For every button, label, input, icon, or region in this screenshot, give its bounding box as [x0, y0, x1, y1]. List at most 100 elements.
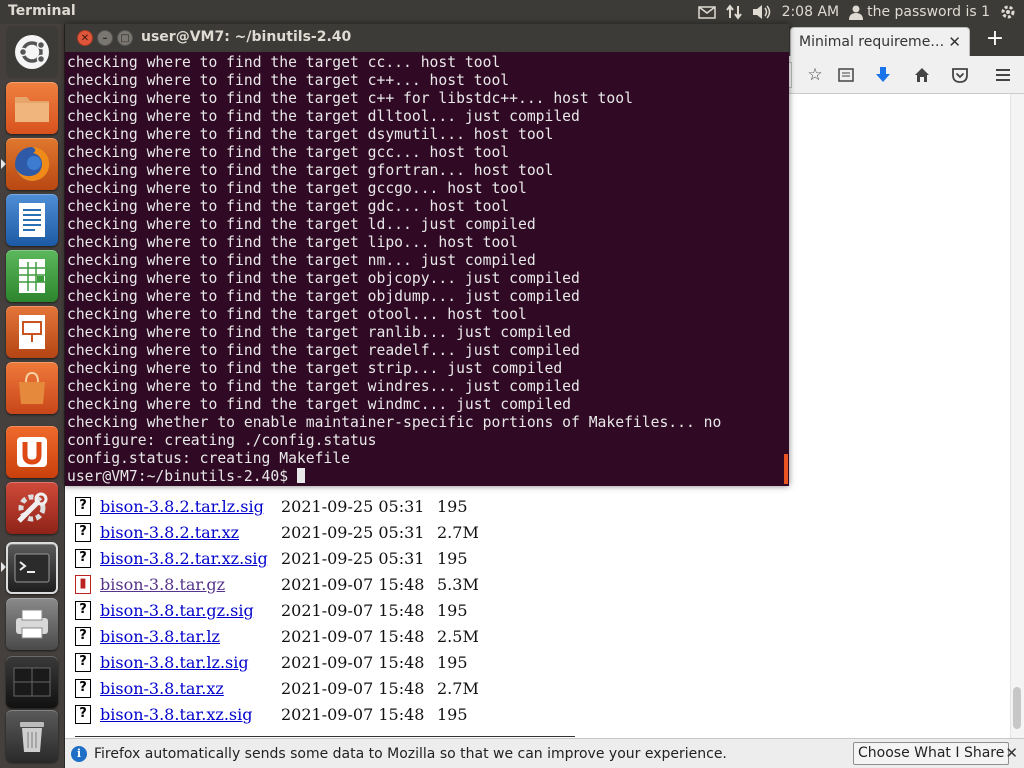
minimize-window-icon[interactable]: –	[97, 30, 113, 46]
file-row: ▮ bison-3.8.tar.gz 2021-09-07 15:48 5.3M	[75, 572, 495, 598]
unknown-file-icon[interactable]: ?	[75, 601, 91, 620]
network-icon[interactable]	[725, 4, 742, 20]
terminal-line: checking where to find the target gdc...…	[67, 198, 510, 215]
unknown-file-icon[interactable]: ?	[75, 523, 91, 542]
file-size: 5.3M	[437, 575, 479, 594]
system-settings-launcher[interactable]	[6, 482, 58, 534]
indicator-area: 2:08 AM the password is 1	[697, 0, 1016, 24]
workspace-switcher-launcher[interactable]	[6, 656, 58, 708]
active-app-title: Terminal	[8, 3, 76, 19]
maximize-window-icon[interactable]: □	[117, 30, 133, 46]
impress-launcher[interactable]	[6, 306, 58, 358]
software-center-launcher[interactable]	[6, 362, 58, 414]
terminal-launcher[interactable]	[6, 542, 58, 594]
file-date: 2021-09-25 05:31	[281, 523, 425, 542]
file-size: 195	[437, 497, 468, 516]
trash-icon	[20, 722, 44, 752]
terminal-line: checking where to find the target gfortr…	[67, 162, 554, 179]
file-link[interactable]: bison-3.8.tar.gz.sig	[100, 601, 254, 620]
file-row: ? bison-3.8.2.tar.xz 2021-09-25 05:31 2.7M	[75, 520, 495, 546]
unknown-file-icon[interactable]: ?	[75, 679, 91, 698]
choose-what-i-share-button[interactable]: Choose What I Share	[853, 742, 1010, 765]
file-link[interactable]: bison-3.8.tar.lz.sig	[100, 653, 249, 672]
archive-file-icon[interactable]: ▮	[75, 575, 91, 594]
calc-spreadsheet-icon	[19, 259, 45, 293]
terminal-window: ✕ – □ user@VM7: ~/binutils-2.40 checking…	[65, 24, 789, 486]
ubuntu-one-launcher[interactable]	[6, 426, 58, 478]
file-row: ? bison-3.8.tar.xz.sig 2021-09-07 15:48 195	[75, 702, 495, 728]
file-link[interactable]: bison-3.8.tar.xz	[100, 679, 224, 698]
printer-launcher[interactable]	[6, 598, 58, 650]
dash-home-button[interactable]	[6, 26, 58, 78]
browser-tab[interactable]: Minimal requireme… ✕	[790, 27, 970, 56]
terminal-line: checking where to find the target dlltoo…	[67, 108, 580, 125]
file-link[interactable]: bison-3.8.tar.gz	[100, 575, 225, 594]
writer-launcher[interactable]	[6, 194, 58, 246]
terminal-scrollbar[interactable]	[784, 454, 788, 484]
volume-icon[interactable]	[752, 4, 772, 20]
terminal-line: checking where to find the target strip.…	[67, 360, 563, 377]
printer-icon	[16, 609, 48, 639]
launcher	[0, 24, 65, 768]
unknown-file-icon[interactable]: ?	[75, 497, 91, 516]
notification-text: Firefox automatically sends some data to…	[94, 746, 727, 762]
tab-close-icon[interactable]: ✕	[948, 33, 961, 51]
firefox-launcher[interactable]	[6, 138, 58, 190]
terminal-output[interactable]: checking where to find the target cc... …	[67, 54, 783, 484]
unknown-file-icon[interactable]: ?	[75, 549, 91, 568]
trash-launcher[interactable]	[6, 710, 58, 762]
file-row: ? bison-3.8.2.tar.xz.sig 2021-09-25 05:31 1…	[75, 546, 495, 572]
calc-launcher[interactable]	[6, 250, 58, 302]
bookmark-star-icon[interactable]: ☆	[804, 64, 826, 86]
clock[interactable]: 2:08 AM	[782, 4, 840, 20]
page-scrollbar[interactable]	[1010, 94, 1024, 738]
terminal-title: user@VM7: ~/binutils-2.40	[141, 29, 352, 45]
file-size: 195	[437, 549, 468, 568]
scrollbar-thumb[interactable]	[1013, 687, 1021, 729]
shopping-bag-icon	[19, 371, 45, 404]
notification-close-icon[interactable]: ✕	[1005, 744, 1018, 762]
horizontal-rule	[75, 736, 575, 737]
firefox-icon	[15, 146, 50, 181]
terminal-prompt-line[interactable]: user@VM7:~/binutils-2.40$	[67, 468, 783, 484]
close-window-icon[interactable]: ✕	[77, 30, 93, 46]
file-row: ? bison-3.8.tar.gz.sig 2021-09-07 15:48 195	[75, 598, 495, 624]
file-date: 2021-09-25 05:31	[281, 549, 425, 568]
user-menu[interactable]: the password is 1	[849, 4, 990, 20]
reading-list-icon[interactable]	[835, 64, 857, 86]
terminal-line: checking where to find the target ld... …	[67, 216, 536, 233]
terminal-titlebar[interactable]: ✕ – □ user@VM7: ~/binutils-2.40	[65, 24, 789, 52]
file-link[interactable]: bison-3.8.tar.xz.sig	[100, 705, 253, 724]
unknown-file-icon[interactable]: ?	[75, 627, 91, 646]
terminal-line: checking where to find the target otool.…	[67, 306, 527, 323]
file-date: 2021-09-07 15:48	[281, 679, 425, 698]
downloads-icon[interactable]	[872, 64, 894, 86]
terminal-line: checking where to find the target windre…	[67, 378, 580, 395]
file-listing: ? bison-3.8.2.tar.lz.sig 2021-09-25 05:31 1…	[75, 494, 495, 728]
new-tab-button[interactable]: +	[980, 27, 1010, 53]
file-date: 2021-09-07 15:48	[281, 653, 425, 672]
home-icon[interactable]	[911, 64, 933, 86]
file-link[interactable]: bison-3.8.2.tar.lz.sig	[100, 497, 264, 516]
unknown-file-icon[interactable]: ?	[75, 653, 91, 672]
unknown-file-icon[interactable]: ?	[75, 705, 91, 724]
hamburger-menu-icon[interactable]	[992, 64, 1014, 86]
file-link[interactable]: bison-3.8.tar.lz	[100, 627, 220, 646]
terminal-line: checking where to find the target c++ fo…	[67, 90, 633, 107]
file-link[interactable]: bison-3.8.2.tar.xz.sig	[100, 549, 268, 568]
file-date: 2021-09-07 15:48	[281, 575, 425, 594]
terminal-line: checking whether to enable maintainer-sp…	[67, 414, 722, 431]
tab-title: Minimal requireme…	[799, 34, 945, 50]
shell-prompt: user@VM7:~/binutils-2.40$	[67, 468, 297, 484]
folder-icon	[15, 97, 49, 122]
file-size: 2.5M	[437, 627, 479, 646]
files-launcher[interactable]	[6, 82, 58, 134]
writer-document-icon	[19, 203, 45, 237]
terminal-line: checking where to find the target lipo..…	[67, 234, 518, 251]
mail-icon[interactable]	[697, 5, 716, 19]
power-gear-icon[interactable]	[1000, 4, 1016, 20]
pocket-icon[interactable]	[949, 64, 971, 86]
ubuntu-one-u-icon	[17, 437, 47, 467]
file-link[interactable]: bison-3.8.2.tar.xz	[100, 523, 239, 542]
user-label: the password is 1	[867, 4, 990, 20]
